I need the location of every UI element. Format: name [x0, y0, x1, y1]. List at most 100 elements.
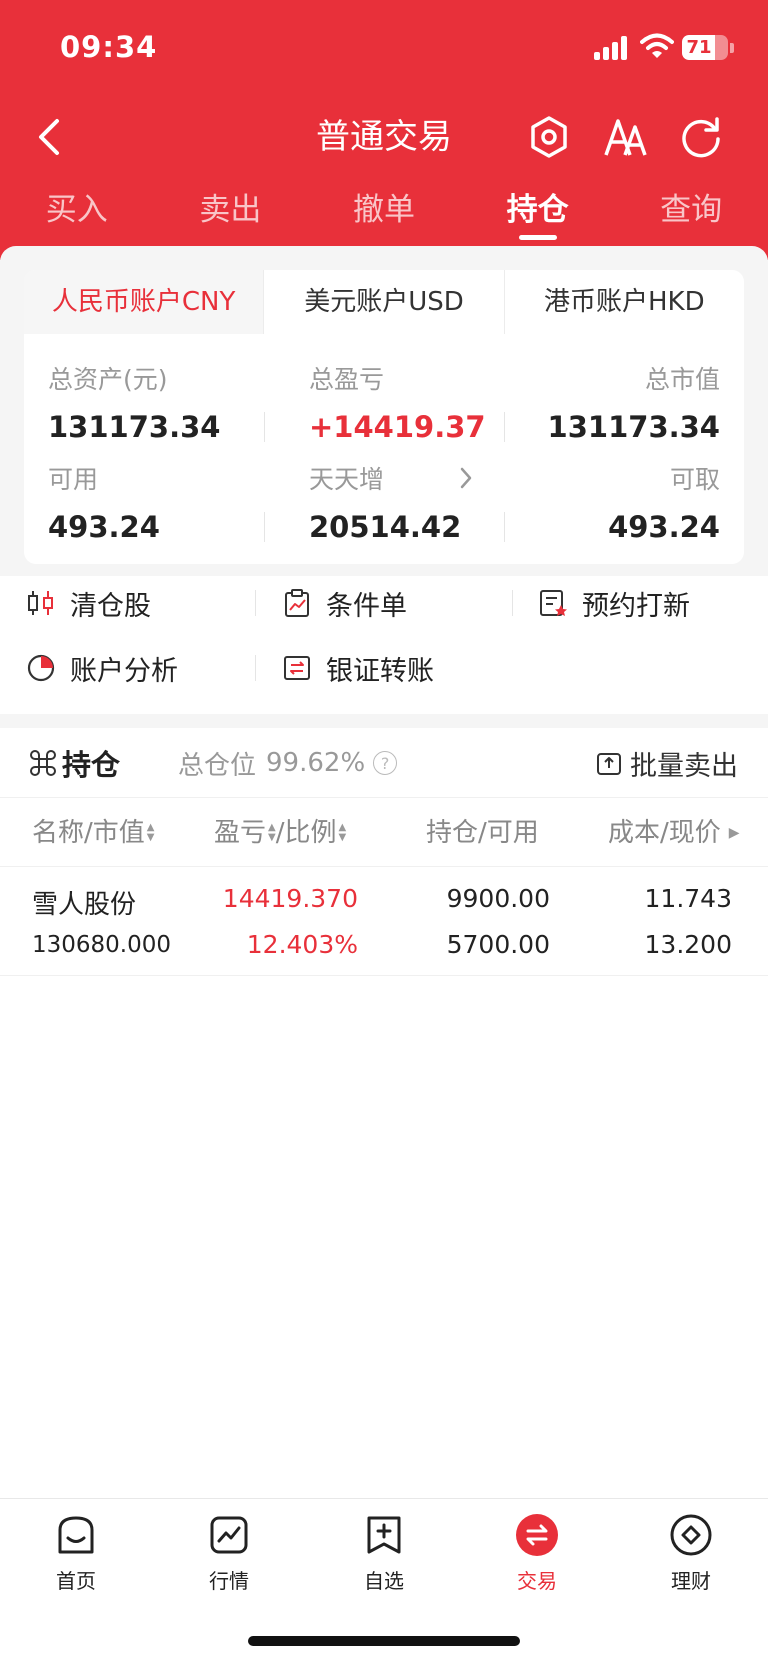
quick-actions: 清仓股 条件单 预约打新 账户分析 银证转账	[0, 576, 768, 714]
back-button[interactable]	[28, 112, 68, 162]
scroll-right-icon[interactable]: ▶	[729, 799, 740, 867]
trend-chart-icon	[207, 1513, 251, 1557]
header: 09:34 71 普通交易 买入 卖出 撤单 持仓 查询	[0, 0, 768, 260]
clipboard-chart-icon	[282, 588, 312, 618]
sort-icon: ▲ ▼	[268, 822, 276, 843]
tiantianzeng-label: 天天增	[309, 465, 385, 494]
ipo-subscribe-button[interactable]: 预约打新	[538, 577, 690, 629]
positions-title: 持仓	[30, 742, 120, 784]
transfer-icon	[282, 653, 312, 683]
refresh-button[interactable]	[677, 112, 725, 162]
divider	[255, 590, 256, 616]
account-analysis-button[interactable]: 账户分析	[26, 642, 178, 694]
withdrawable: 可取 493.24	[608, 460, 720, 544]
tiantianzeng[interactable]: 天天增 20514.42	[309, 460, 479, 544]
total-pnl-value: +14419.37	[309, 410, 486, 444]
batch-sell-button[interactable]: 批量卖出	[596, 742, 738, 784]
battery-icon: 71	[682, 35, 728, 60]
sort-icon: ▲ ▼	[338, 822, 347, 843]
tab-cancel-order[interactable]: 撤单	[307, 185, 461, 245]
tabbar-home[interactable]: 首页	[21, 1513, 131, 1594]
chevron-left-icon	[39, 119, 59, 155]
divider	[255, 655, 256, 681]
conditional-order-label: 条件单	[326, 590, 407, 622]
account-tabs: 人民币账户CNY 美元账户USD 港币账户HKD	[24, 270, 744, 334]
available: 可用 493.24	[48, 460, 160, 544]
column-name-value[interactable]: 名称/市值 ▲ ▼	[32, 799, 154, 867]
tabbar-trade[interactable]: 交易	[482, 1513, 592, 1594]
tiantianzeng-value: 20514.42	[309, 510, 462, 544]
stock-holding: 9900.00	[446, 884, 550, 913]
total-assets: 总资产(元) 131173.34	[48, 360, 220, 444]
tab-account-usd[interactable]: 美元账户USD	[264, 270, 505, 334]
available-value: 493.24	[48, 510, 160, 544]
tab-positions[interactable]: 持仓	[461, 185, 615, 245]
battery-level: 71	[686, 37, 712, 58]
tab-account-cny[interactable]: 人民币账户CNY	[24, 270, 265, 334]
tabbar-watchlist-label: 自选	[364, 1569, 404, 1593]
column-ratio-label: /比例	[275, 818, 337, 848]
status-bar: 09:34 71	[0, 0, 768, 100]
stock-cost: 11.743	[644, 884, 732, 913]
stock-available: 5700.00	[446, 930, 550, 959]
bank-transfer-button[interactable]: 银证转账	[282, 642, 434, 694]
column-cost-price: 成本/现价 ▶	[608, 799, 740, 867]
tab-buy[interactable]: 买入	[0, 185, 154, 245]
divider	[504, 412, 505, 442]
table-row[interactable]: 雪人股份 130680.000 14419.370 12.403% 9900.0…	[0, 868, 768, 976]
tabbar-home-label: 首页	[56, 1569, 96, 1593]
hexagon-settings-icon	[531, 116, 567, 158]
positions-title-text: 持仓	[62, 748, 121, 782]
position-ratio: 总仓位 99.62% ?	[178, 742, 398, 784]
stock-market-value: 130680.000	[32, 932, 172, 958]
batch-sell-label: 批量卖出	[630, 750, 738, 782]
command-icon	[30, 750, 56, 776]
available-label: 可用	[48, 465, 99, 494]
wifi-icon	[640, 32, 674, 60]
column-pnl-ratio[interactable]: 盈亏 ▲ ▼ /比例 ▲ ▼	[214, 799, 346, 867]
total-assets-label: 总资产(元)	[48, 365, 168, 394]
tabbar-wealth-label: 理财	[671, 1569, 711, 1593]
stock-pnl-ratio: 12.403%	[246, 930, 358, 959]
sort-icon: ▲ ▼	[146, 822, 155, 843]
divider	[264, 412, 265, 442]
home-icon	[54, 1513, 98, 1557]
positions-header: 持仓 总仓位 99.62% ? 批量卖出	[0, 728, 768, 798]
tabbar-wealth[interactable]: 理财	[636, 1513, 746, 1594]
stock-price: 13.200	[644, 930, 732, 959]
clear-stock-button[interactable]: 清仓股	[26, 577, 151, 629]
market-value-value: 131173.34	[547, 410, 720, 444]
section-gap	[0, 714, 768, 728]
total-pnl-label: 总盈亏	[309, 365, 385, 394]
settings-button[interactable]	[525, 112, 573, 162]
stock-pnl: 14419.370	[222, 884, 358, 913]
tabbar-trade-label: 交易	[517, 1569, 557, 1593]
column-holding: 持仓/可用	[426, 799, 539, 867]
position-ratio-label: 总仓位	[178, 750, 257, 781]
tabbar-market-label: 行情	[209, 1569, 249, 1593]
refresh-icon	[682, 117, 720, 158]
tab-sell[interactable]: 卖出	[154, 185, 308, 245]
trade-tabs: 买入 卖出 撤单 持仓 查询	[0, 185, 768, 245]
status-time: 09:34	[60, 30, 158, 64]
cellular-signal-icon	[594, 36, 628, 60]
divider	[504, 512, 505, 542]
total-pnl: 总盈亏 +14419.37	[309, 360, 486, 444]
tabbar-watchlist[interactable]: 自选	[329, 1513, 439, 1594]
help-icon[interactable]: ?	[373, 751, 398, 775]
clear-stock-label: 清仓股	[70, 590, 151, 622]
conditional-order-button[interactable]: 条件单	[282, 577, 407, 629]
account-analysis-label: 账户分析	[70, 655, 178, 687]
candlestick-icon	[26, 588, 56, 618]
market-value-label: 总市值	[644, 365, 720, 394]
positions-table-head: 名称/市值 ▲ ▼ 盈亏 ▲ ▼ /比例 ▲ ▼ 持仓/可用 成本/现价 ▶	[0, 799, 768, 867]
chevron-right-icon	[460, 467, 472, 489]
font-size-button[interactable]	[601, 112, 649, 162]
tab-query[interactable]: 查询	[614, 185, 768, 245]
pie-chart-icon	[26, 653, 56, 683]
tabbar-market[interactable]: 行情	[174, 1513, 284, 1594]
bank-transfer-label: 银证转账	[326, 655, 434, 687]
tab-account-hkd[interactable]: 港币账户HKD	[504, 270, 744, 334]
font-size-icon	[604, 119, 647, 156]
account-card: 人民币账户CNY 美元账户USD 港币账户HKD 总资产(元) 131173.3…	[24, 270, 744, 564]
